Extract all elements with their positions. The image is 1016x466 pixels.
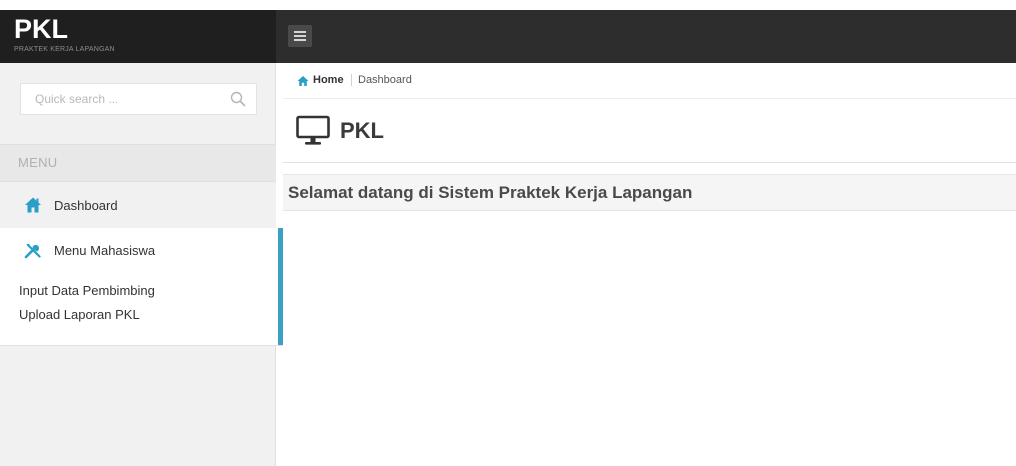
- home-icon: [297, 76, 309, 86]
- hamburger-icon-line: [294, 35, 306, 37]
- sidebar: MENU Dashboard Menu Mahasiswa Input Data…: [0, 63, 283, 466]
- main-content: Home Dashboard PKL Selamat datang di Sis…: [283, 63, 1016, 466]
- monitor-icon: [296, 115, 330, 145]
- sidebar-item-label: Dashboard: [54, 198, 118, 213]
- welcome-panel: Selamat datang di Sistem Praktek Kerja L…: [283, 174, 1016, 211]
- sidebar-link-input-data-pembimbing[interactable]: Input Data Pembimbing: [19, 283, 155, 298]
- breadcrumb: Home Dashboard: [283, 63, 1016, 99]
- page-header: PKL: [283, 99, 1016, 163]
- menu-toggle-button[interactable]: [288, 25, 312, 47]
- sidebar-link-upload-laporan-pkl[interactable]: Upload Laporan PKL: [19, 307, 140, 322]
- quick-search-box: [20, 83, 257, 115]
- top-navbar: PKL PRAKTEK KERJA LAPANGAN: [0, 10, 1016, 63]
- hamburger-icon: [294, 31, 306, 33]
- breadcrumb-separator: [351, 74, 352, 86]
- tools-icon: [24, 243, 41, 259]
- breadcrumb-home-link[interactable]: Home: [313, 74, 344, 86]
- quick-search-input[interactable]: [21, 84, 230, 114]
- home-icon: [25, 197, 41, 213]
- welcome-message: Selamat datang di Sistem Praktek Kerja L…: [288, 183, 693, 202]
- brand[interactable]: PKL PRAKTEK KERJA LAPANGAN: [0, 10, 276, 63]
- brand-title: PKL: [14, 14, 68, 44]
- sidebar-item-menu-mahasiswa[interactable]: Menu Mahasiswa: [0, 228, 276, 272]
- sidebar-item-dashboard[interactable]: Dashboard: [0, 182, 276, 228]
- search-icon[interactable]: [230, 91, 246, 107]
- menu-header-label: MENU: [18, 155, 58, 170]
- breadcrumb-current: Dashboard: [358, 74, 412, 86]
- menu-section-header: MENU: [0, 144, 276, 182]
- app-page: PKL PRAKTEK KERJA LAPANGAN MENU Dashbo: [0, 0, 1016, 466]
- hamburger-icon-line: [294, 39, 306, 41]
- page-title: PKL: [340, 118, 384, 143]
- sidebar-item-label: Menu Mahasiswa: [54, 243, 156, 258]
- brand-subtitle: PRAKTEK KERJA LAPANGAN: [14, 46, 115, 53]
- sidebar-group-mahasiswa: Menu Mahasiswa Input Data Pembimbing Upl…: [0, 228, 283, 346]
